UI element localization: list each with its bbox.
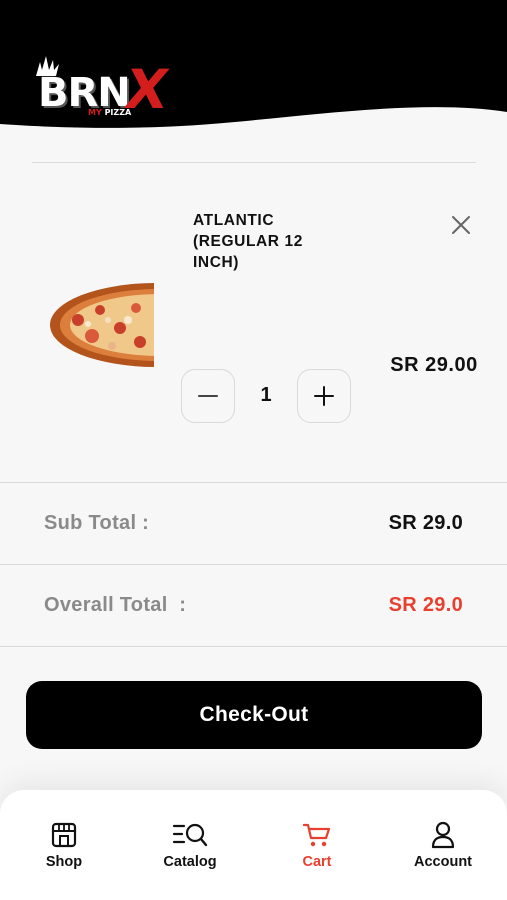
brand-logo[interactable]: BRN X MY PIZZA [30, 52, 180, 122]
header: BRN X MY PIZZA [0, 0, 507, 135]
remove-item-button[interactable] [448, 212, 474, 238]
nav-item-cart[interactable]: Cart [262, 820, 372, 880]
nav-label-catalog: Catalog [163, 854, 217, 870]
plus-icon [314, 386, 334, 406]
cart-icon [303, 823, 331, 847]
nav-item-shop[interactable]: Shop [9, 820, 119, 880]
minus-icon [198, 395, 218, 397]
user-icon [431, 821, 455, 849]
nav-label-shop: Shop [45, 854, 83, 870]
quantity-value: 1 [260, 384, 272, 406]
nav-item-account[interactable]: Account [388, 820, 498, 880]
item-price: SR 29.00 [390, 354, 478, 376]
pizza-image [48, 280, 154, 370]
item-name: ATLANTIC (REGULAR 12 INCH) [193, 212, 303, 271]
divider [0, 564, 507, 565]
decrease-quantity-button[interactable] [181, 369, 235, 423]
close-icon [452, 216, 470, 234]
shop-icon [51, 822, 77, 848]
bottom-navigation: Shop Catalog Cart Account [0, 790, 507, 900]
catalog-search-icon [172, 823, 208, 847]
nav-label-account: Account [414, 854, 472, 870]
nav-item-catalog[interactable]: Catalog [135, 820, 245, 880]
overall-total-label: Overall Total : [44, 594, 187, 616]
divider [32, 162, 476, 163]
subtotal-label: Sub Total : [44, 512, 150, 534]
subtotal-value: SR 29.0 [388, 512, 463, 534]
logo-subtitle: MY PIZZA [88, 108, 132, 117]
checkout-button[interactable]: Check-Out [26, 681, 482, 749]
overall-total-value: SR 29.0 [388, 594, 463, 616]
nav-label-cart: Cart [302, 854, 332, 870]
divider [0, 482, 507, 483]
divider [0, 646, 507, 647]
increase-quantity-button[interactable] [297, 369, 351, 423]
